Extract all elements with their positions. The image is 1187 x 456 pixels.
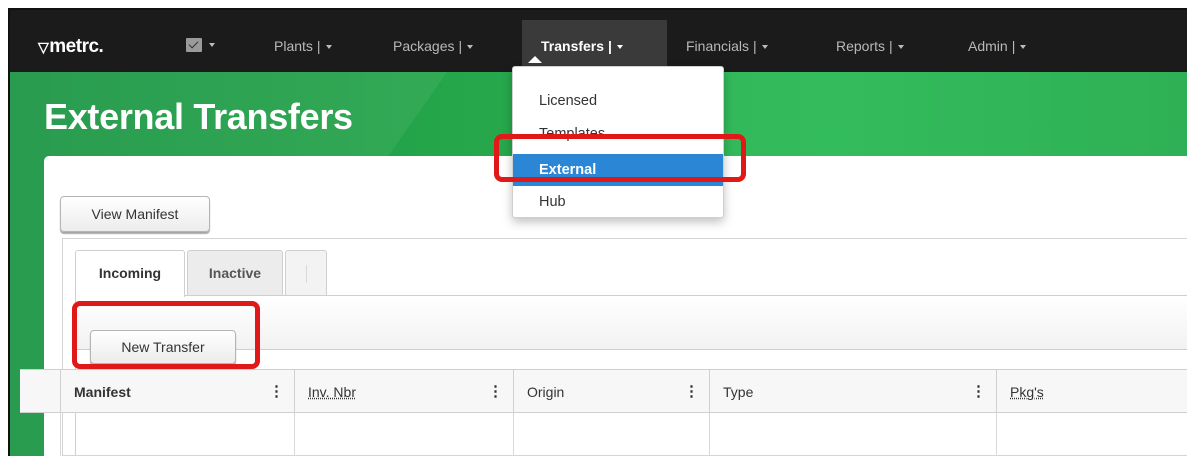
- menu-item-licensed[interactable]: Licensed: [513, 85, 723, 117]
- metrc-logo[interactable]: ▽metrc.: [38, 36, 104, 58]
- column-header-manifest[interactable]: Manifest ⋮: [60, 370, 294, 414]
- column-header-origin[interactable]: Origin ⋮: [513, 370, 709, 414]
- transfers-dropdown-menu: Licensed Templates External Hub: [512, 66, 724, 218]
- table-header: Manifest ⋮ Inv. Nbr ⋮ Origin ⋮ Type ⋮ Pkg's: [20, 369, 1187, 414]
- vertical-dots-icon[interactable]: ⋮: [971, 370, 986, 414]
- tab-blank[interactable]: [285, 250, 327, 296]
- table-body: [20, 413, 1187, 456]
- chevron-down-icon: [467, 45, 474, 50]
- nav-transfers[interactable]: Transfers |: [522, 20, 667, 72]
- vertical-dots-icon[interactable]: ⋮: [684, 370, 699, 414]
- tab-strip: Incoming Inactive: [63, 239, 1187, 297]
- table-cell: [294, 413, 295, 456]
- menu-item-external[interactable]: External: [513, 154, 723, 186]
- table-cell: [513, 413, 514, 456]
- tab-incoming[interactable]: Incoming: [75, 250, 185, 297]
- table-row: [60, 413, 61, 456]
- nav-packages[interactable]: Packages |: [393, 38, 474, 54]
- select-column-header: [20, 370, 40, 414]
- chevron-down-icon: [1020, 45, 1027, 50]
- dropdown-pointer: [528, 56, 542, 63]
- menu-item-hub[interactable]: Hub: [513, 186, 723, 218]
- table-cell: [996, 413, 997, 456]
- nav-reports[interactable]: Reports |: [836, 38, 904, 54]
- grid-toolbar: [76, 296, 1187, 350]
- tab-inactive[interactable]: Inactive: [187, 250, 283, 296]
- page-title: External Transfers: [44, 96, 353, 137]
- chevron-down-icon: [325, 45, 332, 50]
- table-cell: [709, 413, 710, 456]
- chevron-down-icon: [616, 45, 623, 50]
- chevron-down-icon: [761, 45, 768, 50]
- envelope-icon[interactable]: [186, 38, 202, 52]
- vertical-dots-icon[interactable]: ⋮: [269, 370, 284, 414]
- column-header-inv-nbr[interactable]: Inv. Nbr ⋮: [294, 370, 513, 414]
- view-manifest-button[interactable]: View Manifest: [60, 196, 210, 232]
- chevron-down-icon: [897, 45, 904, 50]
- new-transfer-button[interactable]: New Transfer: [90, 330, 236, 364]
- nav-admin[interactable]: Admin |: [968, 38, 1027, 54]
- vertical-dots-icon[interactable]: ⋮: [488, 370, 503, 414]
- nav-plants[interactable]: Plants |: [274, 38, 332, 54]
- top-navbar: ▽metrc. Plants | Packages | Transfers | Fin…: [10, 10, 1187, 72]
- column-header-type[interactable]: Type ⋮: [709, 370, 996, 414]
- column-header-pkgs[interactable]: Pkg's: [996, 370, 1116, 414]
- chevron-down-icon[interactable]: [209, 43, 215, 47]
- checkmark-v-icon: ▽: [38, 39, 49, 55]
- nav-financials[interactable]: Financials |: [686, 38, 768, 54]
- menu-item-templates[interactable]: Templates: [513, 118, 723, 150]
